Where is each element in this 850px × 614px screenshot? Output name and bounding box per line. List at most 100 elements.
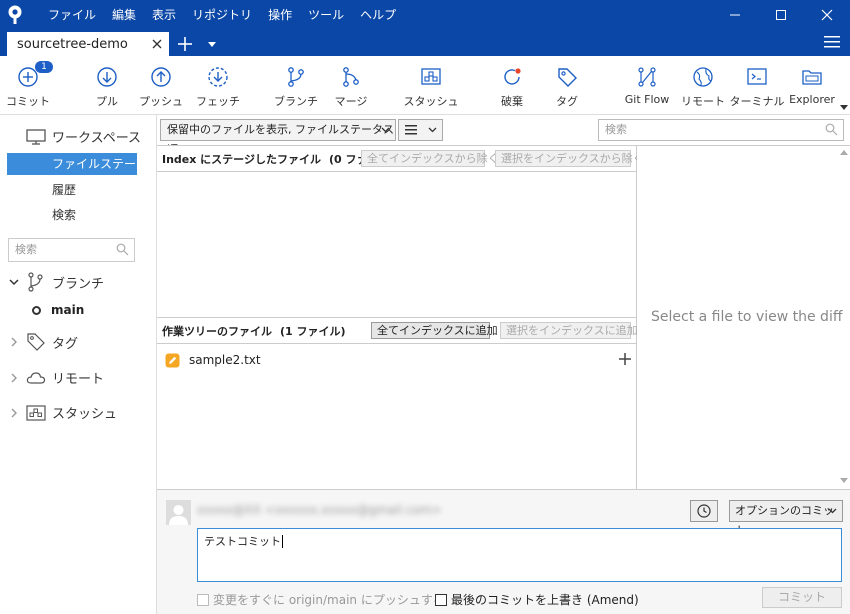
sidebar-remotes[interactable]: リモート [8,368,104,387]
scroll-up-icon[interactable] [840,150,848,155]
branch-name: main [51,303,85,317]
chevron-right-icon[interactable] [8,373,20,383]
tag-button[interactable]: タグ [548,56,586,114]
main-search-input[interactable]: 検索 [598,119,844,141]
cloud-icon [26,371,46,385]
push-immediately-option[interactable]: 変更をすぐに origin/main にプッシュする [197,591,445,608]
sidebar-item-file-status[interactable]: ファイルステータス [7,153,137,193]
amend-checkbox[interactable] [435,593,447,606]
discard-button[interactable]: 破棄 [493,56,531,114]
branch-icon [26,272,46,292]
discard-label: 破棄 [501,95,523,108]
push-immediately-checkbox[interactable] [197,593,209,606]
remove-all-from-index-button[interactable]: 全てインデックスから除く [361,150,499,167]
menu-tools[interactable]: ツール [300,0,352,30]
menu-repository[interactable]: リポジトリ [184,0,260,30]
list-icon [405,125,417,135]
menu-edit[interactable]: 編集 [104,0,144,30]
commit-count-badge: 1 [35,61,53,73]
stash-icon [26,404,46,421]
clock-icon [697,504,711,518]
globe-icon [690,64,716,90]
pull-icon [94,64,120,90]
menu-view[interactable]: 表示 [144,0,184,30]
view-mode-dropdown[interactable] [398,119,443,141]
menu-file[interactable]: ファイル [40,0,104,30]
sidebar-branches[interactable]: ブランチ [8,272,104,292]
tab-list-dropdown[interactable] [199,32,225,56]
user-icon [169,505,188,525]
stage-file-plus-icon[interactable] [619,353,631,365]
hamburger-menu-icon[interactable] [824,35,840,49]
remotes-label: リモート [52,372,105,387]
branch-item-main[interactable]: main [32,303,84,317]
sidebar-search-input[interactable]: 検索 [8,238,135,262]
staged-files-panel: Index にステージしたファイル (0 ファイル) 全てインデックスから除く … [157,145,644,317]
fetch-button[interactable]: フェッチ [196,56,240,114]
add-selected-to-index-button[interactable]: 選択をインデックスに追加 [500,322,638,339]
avatar [166,500,191,525]
chevron-down-icon [828,508,837,514]
tab-repository[interactable]: sourcetree-demo [7,32,169,56]
branch-icon [283,64,309,90]
maximize-button[interactable] [758,0,804,30]
sidebar-search-placeholder: 検索 [15,243,37,256]
merge-button[interactable]: マージ [332,56,370,114]
commit-message-input[interactable]: テストコミット [197,528,842,582]
tab-close-button[interactable] [149,36,165,52]
working-tree-panel: 作業ツリーのファイル (1 ファイル) 全てインデックスに追加 選択をインデック… [157,317,638,489]
chevron-down-icon [208,41,216,47]
push-button[interactable]: プッシュ [139,56,183,114]
terminal-button[interactable]: ターミナル [730,56,785,114]
folder-icon [799,64,825,90]
amend-option[interactable]: 最後のコミットを上書き (Amend) [435,591,639,608]
explorer-label: Explorer [789,93,835,106]
git-flow-label: Git Flow [624,93,670,106]
file-filter-dropdown[interactable]: 保留中のファイルを表示, ファイルステータス順 [160,119,396,156]
title-bar: ファイル 編集 表示 リポジトリ 操作 ツール ヘルプ [0,0,850,30]
current-branch-icon [32,305,41,315]
chevron-down-icon[interactable] [8,278,20,286]
commit-message-text: テストコミット [204,535,281,548]
new-tab-button[interactable] [171,32,199,56]
branches-label: ブランチ [52,276,105,292]
scroll-down-icon[interactable] [840,478,848,483]
sidebar-stashes[interactable]: スタッシュ [8,403,117,422]
remove-selected-from-index-button[interactable]: 選択をインデックスから除く [495,150,644,167]
commit-options-dropdown[interactable]: オプションのコミット [729,500,843,537]
sidebar-tags[interactable]: タグ [8,332,78,352]
commit-area: xxxxx@XX <xxxxxx.xxxxx@gmail.com> オプションの… [157,489,850,614]
working-tree-count: (1 ファイル) [280,324,346,338]
search-icon [825,123,838,136]
diff-placeholder: Select a file to view the diff [651,309,843,325]
close-icon [821,9,833,21]
chevron-right-icon[interactable] [8,408,20,418]
toolbar-overflow-icon[interactable] [840,105,848,111]
tab-title: sourcetree-demo [17,36,128,52]
stash-button[interactable]: スタッシュ [402,56,460,114]
add-all-to-index-button[interactable]: 全てインデックスに追加 [371,322,498,339]
close-button[interactable] [804,0,850,30]
terminal-icon [744,64,770,90]
tag-icon [26,332,46,352]
sidebar-item-search[interactable]: 検索 [7,204,137,226]
commit-button[interactable]: 1 コミット [6,56,53,114]
remote-button[interactable]: リモート [681,56,725,114]
commit-history-button[interactable] [690,500,718,522]
menu-help[interactable]: ヘルプ [352,0,404,30]
pull-button[interactable]: プル [88,56,126,114]
file-row[interactable]: sample2.txt [165,350,631,370]
minimize-button[interactable] [712,0,758,30]
sourcetree-logo-icon [0,0,30,30]
commit-submit-button[interactable]: コミット [762,587,842,608]
menu-actions[interactable]: 操作 [260,0,300,30]
explorer-button[interactable]: Explorer [788,56,836,114]
sidebar-item-history[interactable]: 履歴 [7,179,137,201]
maximize-icon [776,10,786,20]
stash-icon [418,64,444,90]
chevron-right-icon[interactable] [8,337,20,347]
branch-button[interactable]: ブランチ [274,56,318,114]
git-flow-button[interactable]: Git Flow [620,56,674,114]
window-controls [712,0,850,30]
commit-label: コミット [6,95,50,108]
